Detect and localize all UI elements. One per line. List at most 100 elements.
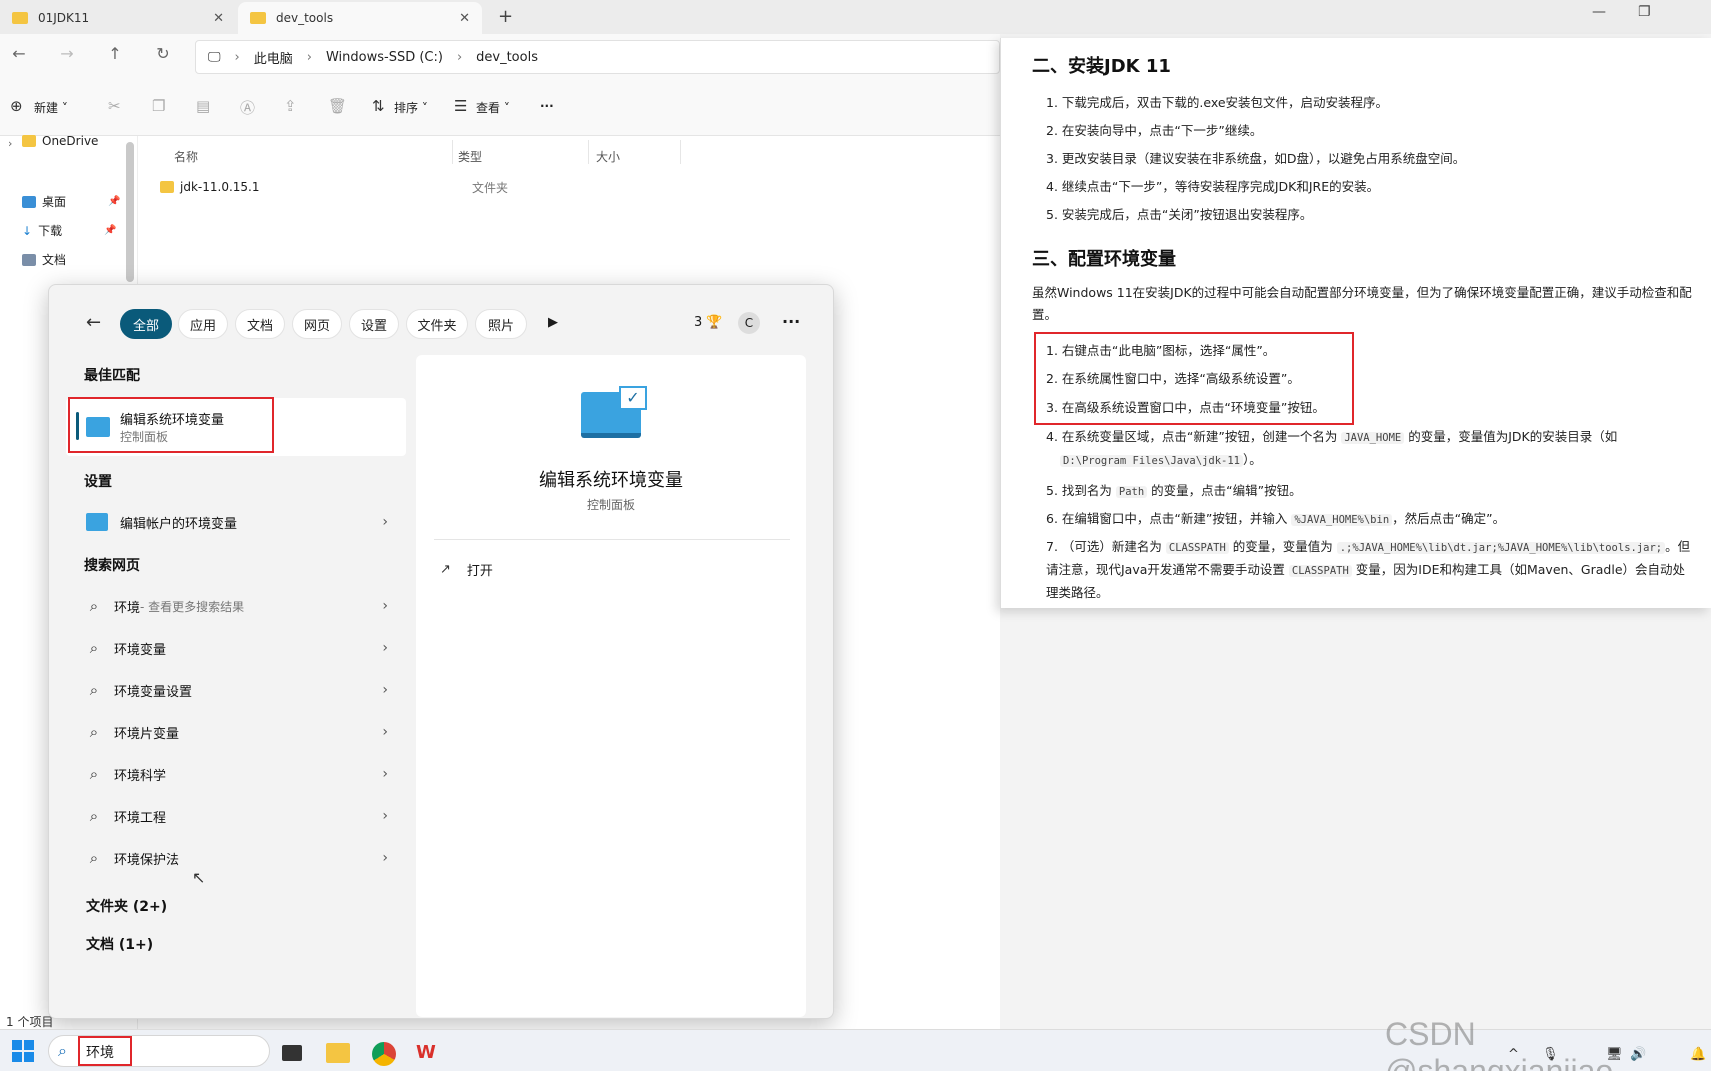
web-result[interactable]: ⌕ 环境片变量 ›: [66, 712, 406, 752]
new-button[interactable]: 新建 ˅: [34, 99, 68, 116]
close-icon[interactable]: ✕: [459, 11, 470, 26]
sidebar-item-documents[interactable]: 文档: [22, 251, 66, 268]
rewards-points[interactable]: 3 🏆: [694, 315, 723, 330]
filter-documents[interactable]: 文档: [235, 309, 285, 339]
web-result[interactable]: ⌕ 环境工程 ›: [66, 796, 406, 836]
back-arrow-icon[interactable]: ←: [86, 312, 101, 333]
web-result[interactable]: ⌕ 环境 - 查看更多搜索结果 ›: [66, 586, 406, 626]
close-icon[interactable]: ✕: [213, 11, 224, 26]
web-result[interactable]: ⌕ 环境科学 ›: [66, 754, 406, 794]
network-icon[interactable]: 🖥: [1606, 1047, 1623, 1062]
web-result[interactable]: ⌕ 环境变量设置 ›: [66, 670, 406, 710]
forward-arrow-icon[interactable]: →: [56, 44, 78, 63]
back-arrow-icon[interactable]: ←: [8, 44, 30, 63]
list-item: 2. 在安装向导中，点击“下一步”继续。: [1046, 123, 1263, 138]
filter-folders[interactable]: 文件夹: [406, 309, 468, 339]
table-row[interactable]: jdk-11.0.15.1 文件夹: [160, 176, 680, 198]
settings-result[interactable]: 编辑帐户的环境变量 ›: [66, 502, 406, 542]
chevron-right-icon[interactable]: ›: [8, 137, 12, 150]
filter-all[interactable]: 全部: [120, 309, 172, 339]
microphone-icon[interactable]: 🎙: [1542, 1047, 1559, 1062]
more-filters-play-icon[interactable]: ▶: [548, 315, 558, 330]
more-options-button[interactable]: ···: [540, 99, 554, 113]
volume-icon[interactable]: 🔊: [1630, 1047, 1646, 1062]
column-divider[interactable]: [452, 140, 453, 164]
highlight-box: [1034, 332, 1354, 425]
scrollbar-thumb[interactable]: [126, 142, 134, 282]
file-type: 文件夹: [472, 180, 509, 195]
chevron-right-icon: ›: [234, 49, 240, 65]
filter-photos[interactable]: 照片: [475, 309, 527, 339]
web-result[interactable]: ⌕ 环境变量 ›: [66, 628, 406, 668]
wps-icon[interactable]: W: [416, 1042, 436, 1063]
breadcrumb-this-pc[interactable]: 此电脑: [254, 48, 293, 67]
cut-icon[interactable]: ✂: [108, 97, 121, 115]
taskbar-search-input[interactable]: 环境: [78, 1036, 132, 1066]
column-divider[interactable]: [588, 140, 589, 164]
search-icon: ⌕: [89, 723, 99, 741]
avatar[interactable]: C: [738, 312, 760, 334]
section-web: 搜索网页: [84, 558, 140, 574]
list-item: 7. （可选）新建名为 CLASSPATH 的变量，变量值为 .;%JAVA_H…: [1046, 539, 1691, 600]
tab-dev-tools[interactable]: dev_tools ✕: [238, 2, 482, 34]
paste-icon[interactable]: ▤: [196, 97, 210, 115]
pin-icon[interactable]: 📌: [104, 225, 116, 236]
list-item: 5. 找到名为 Path 的变量，点击“编辑”按钮。: [1046, 483, 1302, 498]
plus-circle-icon[interactable]: ⊕: [10, 97, 23, 115]
open-action[interactable]: ↗ 打开: [440, 560, 493, 579]
filter-settings[interactable]: 设置: [349, 309, 399, 339]
sidebar-item-onedrive[interactable]: OneDrive: [22, 134, 98, 148]
folder-icon: [12, 12, 28, 24]
section-documents[interactable]: 文档 (1+): [86, 934, 153, 954]
section-settings: 设置: [84, 474, 112, 490]
more-options-icon[interactable]: ···: [782, 312, 800, 331]
section-best-match: 最佳匹配: [84, 368, 140, 384]
tab-01jdk11[interactable]: 01JDK11 ✕: [0, 2, 236, 34]
rename-icon[interactable]: Ⓐ: [240, 97, 255, 118]
sidebar-item-downloads[interactable]: ↓ 下载 📌: [22, 222, 117, 239]
chevron-right-icon: ›: [382, 766, 388, 782]
filter-web[interactable]: 网页: [292, 309, 342, 339]
task-view-icon[interactable]: [282, 1045, 302, 1061]
minimize-button[interactable]: —: [1592, 4, 1606, 20]
list-item: 5. 安装完成后，点击“关闭”按钮退出安装程序。: [1046, 207, 1313, 222]
breadcrumb-dev-tools[interactable]: dev_tools: [476, 50, 538, 65]
sort-button[interactable]: 排序 ˅: [394, 99, 428, 116]
list-item: 1. 下载完成后，双击下载的.exe安装包文件，启动安装程序。: [1046, 95, 1389, 110]
column-header-type[interactable]: 类型: [458, 148, 482, 165]
up-arrow-icon[interactable]: ↑: [104, 44, 126, 63]
start-windows-icon[interactable]: [12, 1040, 34, 1062]
document-icon: [22, 253, 36, 266]
web-result[interactable]: ⌕ 环境保护法 ›: [66, 838, 406, 878]
column-header-name[interactable]: 名称: [174, 148, 198, 165]
delete-icon[interactable]: 🗑: [328, 97, 347, 115]
file-explorer-icon[interactable]: [326, 1043, 350, 1063]
column-divider[interactable]: [680, 140, 681, 164]
pin-icon[interactable]: 📌: [108, 196, 120, 207]
sidebar-item-desktop[interactable]: 桌面 📌: [22, 193, 120, 210]
chevron-right-icon: ›: [382, 514, 388, 530]
open-external-icon: ↗: [440, 562, 451, 577]
restore-button[interactable]: ❐: [1638, 4, 1651, 20]
new-tab-button[interactable]: +: [498, 6, 513, 27]
breadcrumb-drive[interactable]: Windows-SSD (C:): [326, 50, 443, 65]
copy-icon[interactable]: ❐: [152, 97, 165, 115]
search-icon: ⌕: [89, 597, 99, 615]
folder-icon: [22, 135, 36, 147]
section-folders[interactable]: 文件夹 (2+): [86, 896, 167, 916]
desktop-icon: [22, 195, 36, 208]
chevron-right-icon: ›: [382, 850, 388, 866]
view-button[interactable]: 查看 ˅: [476, 99, 510, 116]
filter-apps[interactable]: 应用: [178, 309, 228, 339]
chrome-icon[interactable]: [372, 1042, 396, 1066]
download-icon: ↓: [22, 223, 33, 238]
refresh-icon[interactable]: ↻: [152, 44, 174, 63]
view-icon: ☰: [454, 97, 468, 115]
intro-paragraph: 虽然Windows 11在安装JDK的过程中可能会自动配置部分环境变量，但为了确…: [1032, 285, 1692, 322]
chevron-up-icon[interactable]: ^: [1508, 1047, 1519, 1062]
share-icon[interactable]: ⇪: [284, 97, 297, 115]
address-bar[interactable]: 🖵 › 此电脑 › Windows-SSD (C:) › dev_tools: [195, 40, 1000, 74]
notification-bell-icon[interactable]: 🔔: [1690, 1047, 1706, 1062]
column-header-size[interactable]: 大小: [596, 148, 620, 165]
chevron-right-icon: ›: [382, 682, 388, 698]
